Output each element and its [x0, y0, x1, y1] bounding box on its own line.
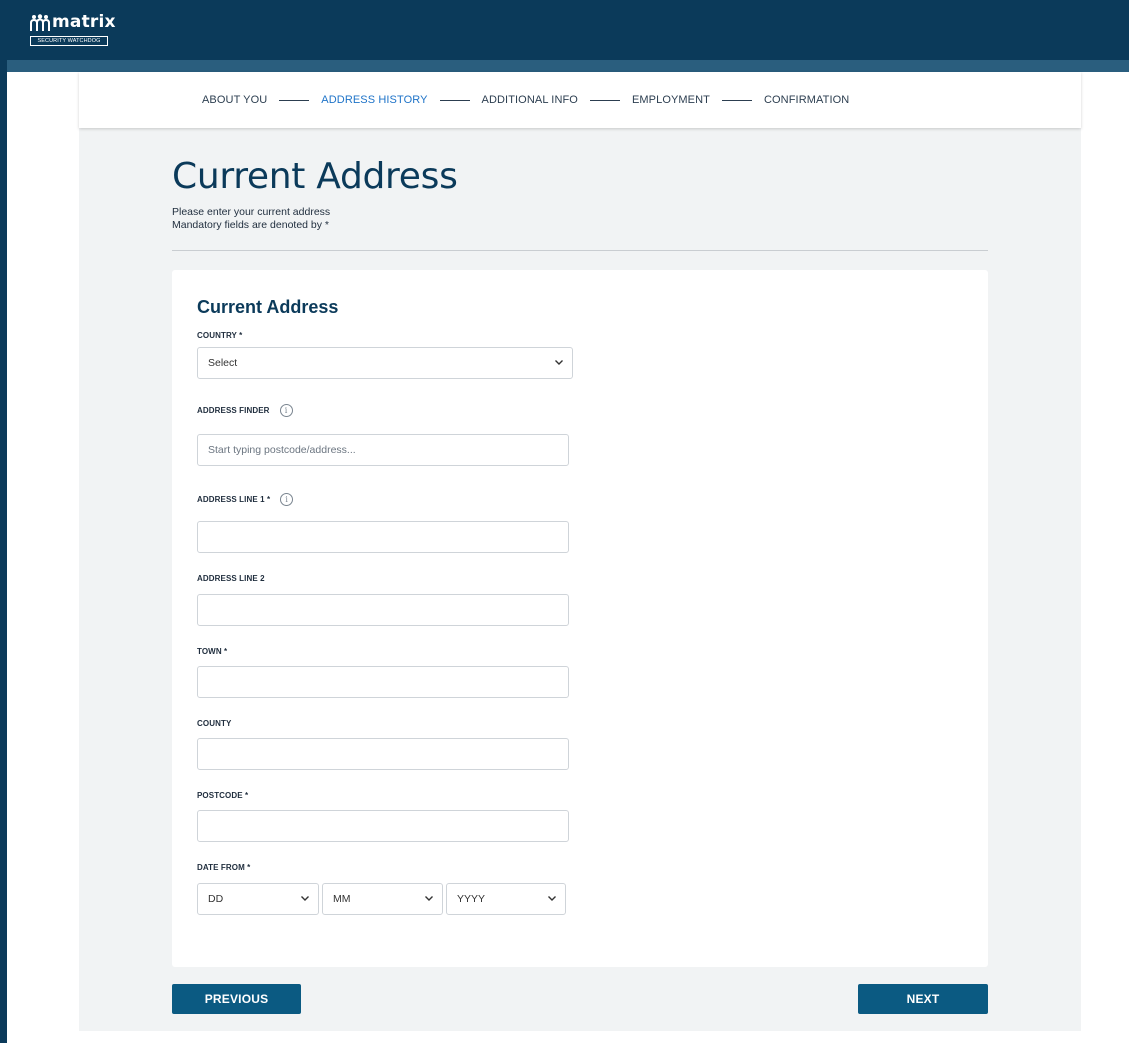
page-intro: Please enter your current address Mandat… — [172, 206, 330, 232]
town-input[interactable] — [197, 666, 569, 698]
day-select[interactable]: DD — [197, 883, 319, 915]
address-finder-label: ADDRESS FINDER i — [197, 404, 293, 417]
info-icon[interactable]: i — [280, 493, 294, 506]
address-finder-input[interactable] — [197, 434, 569, 466]
header-strip — [0, 60, 1129, 72]
step-employment[interactable]: EMPLOYMENT — [632, 94, 710, 106]
divider — [172, 250, 988, 251]
left-border — [0, 0, 7, 1043]
month-select[interactable]: MM — [322, 883, 443, 915]
previous-button[interactable]: PREVIOUS — [172, 984, 301, 1014]
info-icon[interactable]: i — [279, 404, 293, 417]
county-label-text: COUNTY — [197, 719, 232, 728]
chevron-down-icon — [548, 896, 556, 901]
step-connector — [721, 99, 752, 101]
intro-text: Please enter your current address — [172, 206, 331, 218]
mandatory-note: Mandatory fields are denoted by * — [172, 219, 330, 231]
year-select[interactable]: YYYY — [446, 883, 566, 915]
address-line1-label-text: ADDRESS LINE 1 * — [197, 495, 271, 504]
form-title: Current Address — [197, 297, 339, 317]
date-from-label: DATE FROM * — [197, 863, 250, 872]
next-button[interactable]: NEXT — [858, 984, 988, 1014]
town-label: TOWN * — [197, 647, 227, 656]
address-finder-label-text: ADDRESS FINDER — [197, 406, 270, 415]
country-label: COUNTRY * — [197, 331, 242, 340]
address-line2-input[interactable] — [197, 594, 569, 626]
date-from-label-text: DATE FROM * — [197, 863, 251, 872]
step-address-history[interactable]: ADDRESS HISTORY — [321, 94, 427, 106]
top-header — [0, 0, 1129, 60]
country-label-text: COUNTRY * — [197, 331, 243, 340]
county-input[interactable] — [197, 738, 569, 770]
step-connector — [439, 99, 470, 101]
step-about-you[interactable]: ABOUT YOU — [202, 94, 267, 106]
postcode-label-text: POSTCODE * — [197, 791, 249, 800]
chevron-down-icon — [425, 896, 433, 901]
step-confirmation[interactable]: CONFIRMATION — [764, 94, 849, 106]
brand-name: matrix — [52, 12, 116, 32]
people-logo-icon — [30, 14, 50, 31]
country-select-value: Select — [208, 357, 238, 369]
country-select[interactable]: Select — [197, 347, 573, 379]
address-line2-label-text: ADDRESS LINE 2 — [197, 574, 265, 583]
postcode-label: POSTCODE * — [197, 791, 248, 800]
step-additional-info[interactable]: ADDITIONAL INFO — [482, 94, 578, 106]
brand-tagline: SECURITY WATCHDOG — [30, 36, 108, 46]
steps-list: ABOUT YOU ADDRESS HISTORY ADDITIONAL INF… — [202, 92, 849, 108]
postcode-input[interactable] — [197, 810, 569, 842]
address-line1-input[interactable] — [197, 521, 569, 553]
chevron-down-icon — [555, 360, 563, 365]
step-connector — [279, 99, 310, 101]
month-select-value: MM — [333, 893, 351, 905]
page-title: Current Address — [172, 156, 458, 197]
chevron-down-icon — [301, 896, 309, 901]
town-label-text: TOWN * — [197, 647, 228, 656]
year-select-value: YYYY — [457, 893, 486, 905]
progress-stepper: ABOUT YOU ADDRESS HISTORY ADDITIONAL INF… — [79, 72, 1081, 128]
county-label: COUNTY — [197, 719, 231, 728]
day-select-value: DD — [208, 893, 224, 905]
brand-logo[interactable]: matrix SECURITY WATCHDOG — [30, 12, 116, 48]
step-connector — [589, 99, 620, 101]
address-line1-label: ADDRESS LINE 1 * i — [197, 493, 294, 506]
address-line2-label: ADDRESS LINE 2 — [197, 574, 265, 583]
